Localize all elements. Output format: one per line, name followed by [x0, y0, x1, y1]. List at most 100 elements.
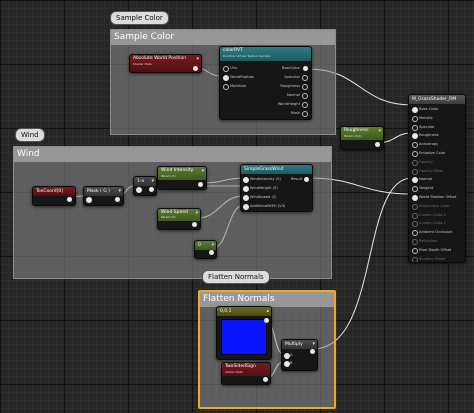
output-pin[interactable] — [263, 377, 268, 382]
result-input-pin[interactable] — [412, 230, 418, 237]
node-wind-speed[interactable]: Wind Speed Param (1) ▾ — [157, 208, 201, 230]
input-pin-worldposition[interactable] — [223, 75, 229, 81]
result-input-pin[interactable] — [412, 107, 418, 113]
result-input-label: Subsurface Color — [419, 203, 450, 208]
chevron-down-icon[interactable]: ▾ — [378, 127, 381, 136]
node-texcoord[interactable]: TexCoord[0] — [32, 186, 76, 206]
output-pin-basecolor[interactable] — [303, 66, 308, 71]
node-absolute-world-position[interactable]: Absolute World Position Shader Data ▾ — [129, 54, 202, 73]
result-input-pin[interactable] — [412, 124, 418, 131]
result-input-label: Pixel Depth Offset — [419, 247, 452, 252]
result-input-label: Opacity Mask — [419, 168, 444, 173]
result-input-label: Refraction — [419, 239, 438, 243]
comment-wind-header: Wind — [14, 147, 331, 162]
node-material-result[interactable]: M_GrassShader_RM Base Color Metallic Specu… — [408, 94, 466, 263]
result-input-pin[interactable] — [412, 151, 418, 157]
node-wind-intensity-subtitle: Param (1) — [161, 174, 176, 178]
output-pin-result[interactable] — [304, 177, 309, 182]
output-pin-normal[interactable] — [302, 93, 308, 99]
result-input-label: Custom Data 0 — [419, 212, 446, 217]
output-pin-mask[interactable] — [302, 111, 308, 117]
chevron-down-icon[interactable]: ▾ — [211, 241, 214, 250]
output-pin[interactable] — [149, 187, 154, 192]
output-pin-specular[interactable] — [302, 75, 308, 81]
output-pin[interactable] — [193, 66, 198, 71]
chevron-down-icon[interactable]: ▾ — [151, 177, 154, 186]
node-material-result-title: M_GrassShader_RM — [412, 97, 457, 102]
node-vector-001[interactable]: 0,0,1 ▴ — [216, 306, 272, 360]
comment-sample-color-title: Sample Color — [114, 32, 175, 42]
node-absolute-world-position-subtitle: Shader Data — [133, 62, 152, 66]
result-input-label: Emissive Color — [419, 151, 446, 155]
node-two-sided-sign-subtitle: Vertex Data — [225, 370, 243, 374]
input-pin-additionalwpo[interactable] — [243, 204, 249, 210]
node-multiply[interactable]: Multiply ▾ A B — [281, 339, 318, 371]
result-input-pin[interactable] — [412, 221, 418, 228]
chevron-down-icon[interactable]: ▾ — [196, 55, 199, 64]
input-label-b: B — [290, 361, 293, 365]
input-label-uvs: UVs — [230, 66, 237, 70]
result-input-pin[interactable] — [412, 256, 418, 262]
node-wind-intensity-header: Wind Intensity Param (1) ▾ — [158, 167, 206, 180]
chevron-up-icon[interactable]: ▴ — [266, 307, 269, 316]
node-roughness[interactable]: Roughness Param (0.4) ▾ — [340, 126, 384, 150]
result-input-pin[interactable] — [412, 203, 418, 210]
node-one-minus[interactable]: 1-x ▾ — [133, 176, 157, 196]
node-color-rvt[interactable]: colorRVT Runtime Virtual Texture Sample … — [219, 46, 312, 120]
output-pin[interactable] — [192, 222, 197, 227]
node-multiply-title: Multiply — [285, 342, 303, 347]
chevron-down-icon[interactable]: ▾ — [312, 340, 315, 349]
output-pin-roughness[interactable] — [302, 84, 308, 90]
output-pin[interactable] — [375, 142, 380, 147]
result-input-pin[interactable] — [412, 177, 418, 184]
result-input-pin[interactable] — [412, 142, 418, 149]
node-simple-grass-wind[interactable]: SimpleGrassWind WindIntensity (S) WindWe… — [240, 164, 313, 212]
chevron-down-icon[interactable]: ▾ — [118, 187, 121, 196]
comment-bubble-flatten-normals[interactable]: Flatten Normals — [202, 270, 270, 284]
node-two-sided-sign-header: TwoSidedSign Vertex Data — [222, 363, 270, 376]
comment-bubble-sample-color[interactable]: Sample Color — [110, 11, 169, 25]
result-input-label: Metallic — [419, 115, 433, 120]
result-input-pin[interactable] — [412, 239, 418, 245]
comment-bubble-wind[interactable]: Wind — [15, 128, 45, 142]
chevron-down-icon[interactable]: ▾ — [201, 167, 204, 176]
node-wind-intensity[interactable]: Wind Intensity Param (1) ▾ — [157, 166, 207, 190]
output-pin[interactable] — [209, 250, 214, 255]
result-input-pin[interactable] — [412, 212, 418, 219]
result-input-pin[interactable] — [412, 195, 418, 201]
node-zero-constant[interactable]: 0 ▾ — [194, 240, 217, 259]
output-pin[interactable] — [67, 197, 72, 202]
node-texcoord-title: TexCoord[0] — [36, 189, 63, 194]
output-pin[interactable] — [198, 182, 203, 187]
node-two-sided-sign[interactable]: TwoSidedSign Vertex Data — [221, 362, 271, 385]
node-simple-grass-wind-title: SimpleGrassWind — [244, 167, 284, 172]
input-pin-uvs[interactable] — [223, 66, 229, 72]
output-pin[interactable] — [115, 197, 120, 202]
result-input-pin[interactable] — [412, 186, 418, 193]
result-input-pin[interactable] — [412, 159, 418, 166]
node-color-rvt-subtitle: Runtime Virtual Texture Sample — [223, 54, 271, 58]
input-pin-windweight[interactable] — [243, 186, 249, 192]
input-pin[interactable] — [136, 187, 142, 193]
input-pin-mipvalue[interactable] — [223, 84, 229, 90]
output-pin[interactable] — [264, 318, 269, 323]
node-one-minus-header: 1-x ▾ — [134, 177, 156, 186]
node-mask-g[interactable]: Mask ( G ) ▾ — [83, 186, 124, 206]
output-label-result: Result — [290, 177, 302, 181]
input-pin-windspeed[interactable] — [243, 195, 249, 201]
comment-wind-title: Wind — [17, 149, 40, 159]
output-label-worldheight: WorldHeight — [277, 102, 300, 106]
input-pin[interactable] — [86, 197, 92, 203]
result-input-label: Tangent — [419, 186, 434, 191]
output-pin-worldheight[interactable] — [302, 102, 308, 108]
result-input-pin[interactable] — [412, 115, 418, 122]
result-input-pin[interactable] — [412, 247, 418, 254]
node-absolute-world-position-header: Absolute World Position Shader Data ▾ — [130, 55, 201, 72]
chevron-down-icon[interactable]: ▾ — [195, 209, 198, 218]
output-pin[interactable] — [310, 349, 315, 354]
output-label-basecolor: BaseColor — [281, 66, 300, 70]
result-input-pin[interactable] — [412, 133, 418, 140]
result-input-label: Shading Model — [419, 256, 446, 261]
input-pin-windintensity[interactable] — [243, 177, 249, 183]
result-input-pin[interactable] — [412, 168, 418, 175]
